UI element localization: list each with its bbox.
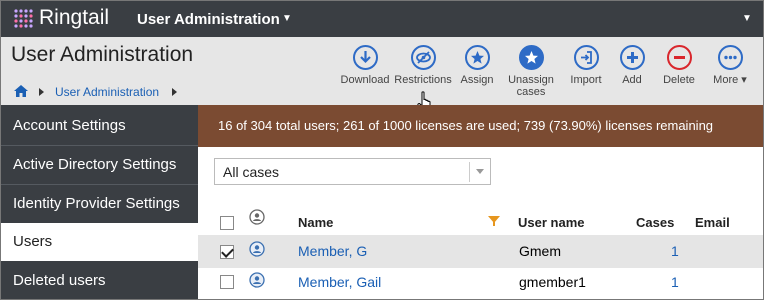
page-header: User Administration User Administration … [1,37,763,105]
license-banner: 16 of 304 total users; 261 of 1000 licen… [198,105,763,147]
app-window: Ringtail User Administration ▼ ▼ User Ad… [0,0,764,300]
module-caret-icon[interactable]: ▼ [282,13,292,24]
sidebar-item-deleted-users[interactable]: Deleted users [1,262,198,299]
column-header-cases[interactable]: Cases [636,215,674,230]
column-header-username[interactable]: User name [518,215,584,230]
star-filled-icon [518,45,544,70]
column-header-name[interactable]: Name [298,215,333,230]
unassign-cases-label: Unassign cases [508,74,554,98]
user-status-icon [249,241,265,257]
more-button[interactable]: More ▾ [700,45,760,86]
user-name-link[interactable]: Member, G [298,243,367,259]
case-filter-select[interactable]: All cases [214,158,491,185]
user-status-header-icon [249,209,265,225]
user-name-link[interactable]: Member, Gail [298,274,381,290]
more-label: More ▾ [713,74,747,86]
select-all-checkbox[interactable] [220,216,234,230]
download-button[interactable]: Download [335,45,395,86]
import-icon [573,45,599,70]
ringtail-logo-icon [14,9,33,28]
sidebar-item-active-directory-settings[interactable]: Active Directory Settings [1,146,198,184]
sidebar-item-users[interactable]: Users [1,223,198,261]
more-icon [717,45,743,70]
breadcrumb-arrow-icon [172,88,177,96]
assign-label: Assign [460,74,494,86]
sidebar-item-account-settings[interactable]: Account Settings [1,107,198,145]
page-title: User Administration [11,43,194,66]
sidebar: Account Settings Active Directory Settin… [1,105,198,299]
user-status-icon [249,272,265,288]
download-label: Download [340,74,390,86]
username-cell: gmember1 [519,274,586,290]
chevron-down-icon [476,169,484,174]
restrictions-button[interactable]: Restrictions [393,45,453,86]
row-checkbox[interactable] [220,275,234,289]
row-checkbox[interactable] [220,245,234,259]
brand-name: Ringtail [39,6,110,29]
cases-count-link[interactable]: 1 [671,274,679,290]
download-icon [352,45,378,70]
top-bar: Ringtail User Administration ▼ ▼ [1,1,763,37]
cases-count-link[interactable]: 1 [671,243,679,259]
module-menu[interactable]: User Administration [137,11,280,28]
username-cell: Gmem [519,243,561,259]
sidebar-item-identity-provider-settings[interactable]: Identity Provider Settings [1,185,198,223]
table-row[interactable]: Member, G Gmem 1 [198,235,763,268]
assign-button[interactable]: Assign [447,45,507,86]
column-header-email[interactable]: Email [695,215,730,230]
filter-funnel-stem [493,222,495,226]
home-icon[interactable] [14,85,28,97]
unassign-cases-button[interactable]: Unassign cases [501,45,561,98]
restrictions-label: Restrictions [394,74,452,86]
breadcrumb-arrow-icon [39,88,44,96]
table-row[interactable]: Member, Gail gmember1 1 [198,267,763,299]
star-icon [464,45,490,70]
plus-icon [619,45,645,70]
breadcrumb-link[interactable]: User Administration [55,85,159,99]
user-menu-caret-icon[interactable]: ▼ [742,13,752,24]
eye-slash-icon [410,45,436,70]
dropdown-divider [469,162,470,182]
minus-icon [666,45,692,70]
case-filter-value: All cases [223,164,280,180]
